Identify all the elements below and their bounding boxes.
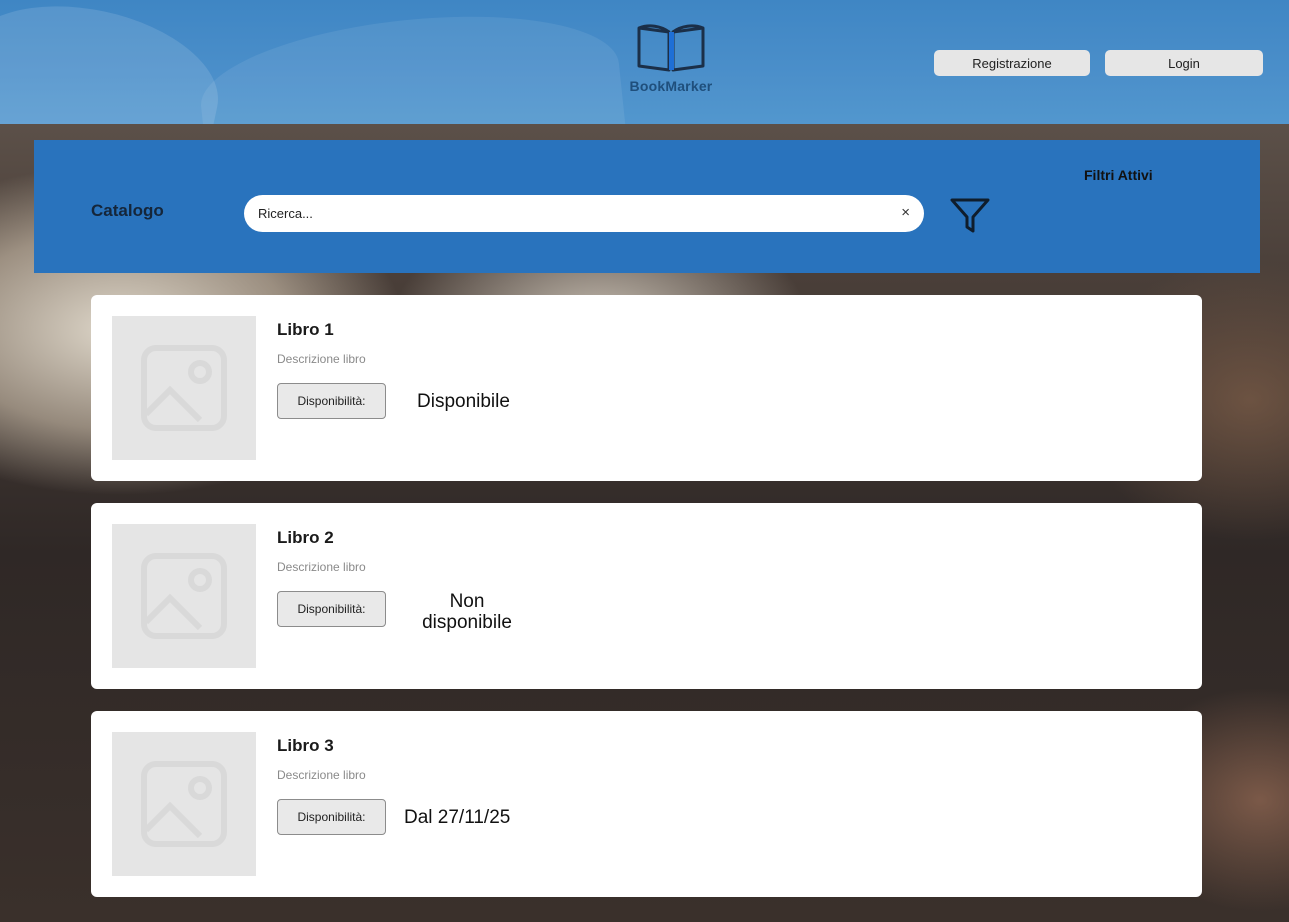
catalog-title: Catalogo [91, 201, 164, 220]
register-button[interactable]: Registrazione [934, 50, 1090, 76]
availability-status: Disponibile [417, 391, 510, 412]
book-description: Descrizione libro [277, 352, 366, 366]
availability-button[interactable]: Disponibilità: [277, 591, 386, 627]
logo-text: BookMarker [629, 78, 713, 94]
book-card[interactable]: Libro 2 Descrizione libro Disponibilità:… [91, 503, 1202, 689]
filter-icon[interactable] [949, 196, 991, 236]
login-button[interactable]: Login [1105, 50, 1263, 76]
availability-status: Non disponibile [407, 591, 527, 633]
image-placeholder-icon [141, 345, 227, 431]
availability-status-line1: Non [449, 591, 485, 612]
book-card[interactable]: Libro 1 Descrizione libro Disponibilità:… [91, 295, 1202, 481]
book-cover-placeholder [112, 732, 256, 876]
book-card[interactable]: Libro 3 Descrizione libro Disponibilità:… [91, 711, 1202, 897]
search-box[interactable]: × [244, 195, 924, 232]
app-logo[interactable]: BookMarker [611, 20, 731, 106]
image-placeholder-icon [141, 553, 227, 639]
search-input[interactable] [258, 195, 878, 232]
header-bar: BookMarker Registrazione Login [0, 0, 1289, 124]
book-title: Libro 2 [277, 528, 334, 547]
availability-button[interactable]: Disponibilità: [277, 799, 386, 835]
availability-button[interactable]: Disponibilità: [277, 383, 386, 419]
availability-status: Dal 27/11/25 [404, 807, 511, 828]
catalog-bar: Catalogo × Filtri Attivi [34, 140, 1260, 273]
image-placeholder-icon [141, 761, 227, 847]
book-description: Descrizione libro [277, 560, 366, 574]
clear-search-icon[interactable]: × [901, 204, 910, 222]
open-book-icon [637, 24, 705, 72]
active-filters-label: Filtri Attivi [1084, 167, 1153, 183]
book-title: Libro 3 [277, 736, 334, 755]
book-description: Descrizione libro [277, 768, 366, 782]
book-cover-placeholder [112, 524, 256, 668]
availability-status-line2: disponibile [422, 612, 512, 633]
book-cover-placeholder [112, 316, 256, 460]
book-title: Libro 1 [277, 320, 334, 339]
